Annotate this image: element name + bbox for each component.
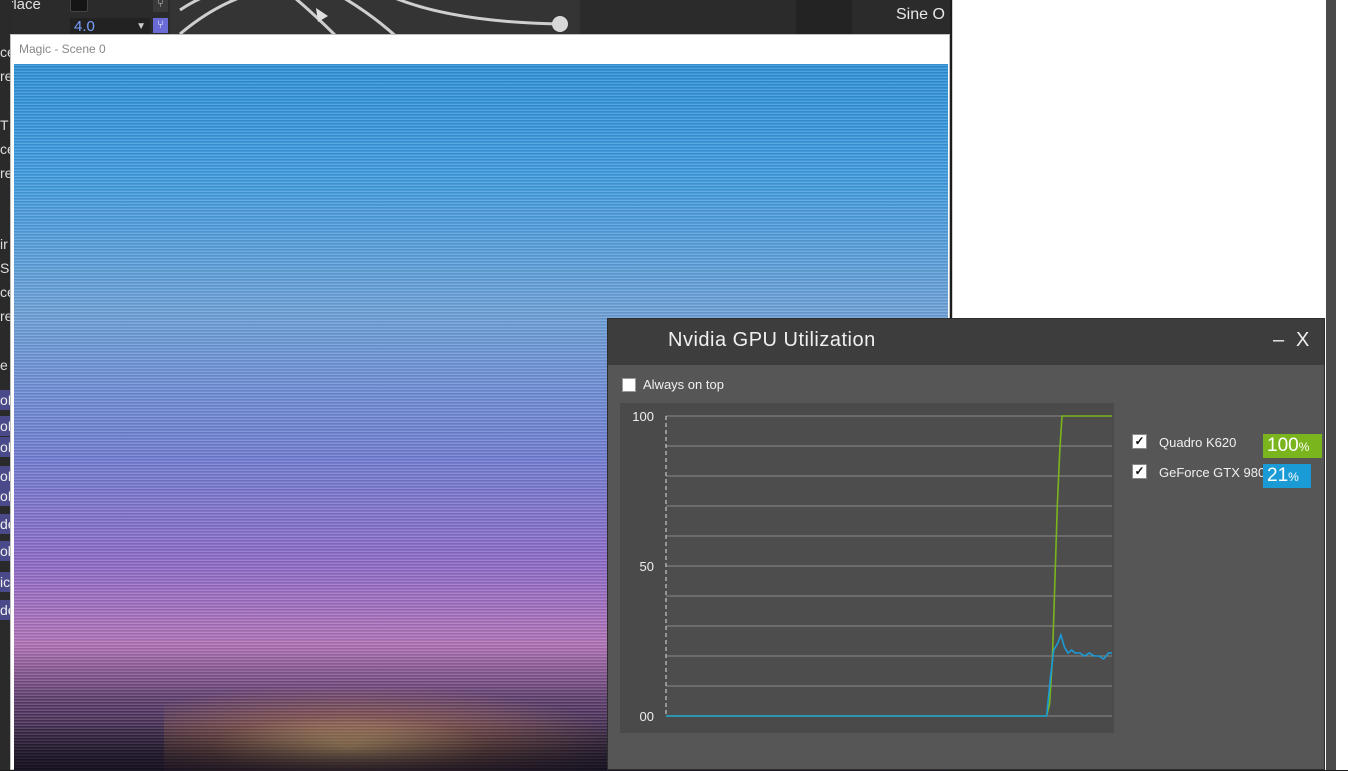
param-fragment: e bbox=[0, 357, 8, 373]
y-tick-label: 50 bbox=[640, 559, 654, 574]
quadro-usage-value: 100 bbox=[1267, 435, 1299, 456]
sine-oscillator-label: Sine O bbox=[896, 6, 945, 23]
gpu-utilization-window: Nvidia GPU Utilization – X Always on top… bbox=[607, 318, 1325, 770]
quadro-usage-badge: 100% bbox=[1263, 434, 1322, 458]
param-fragment: ir bbox=[0, 236, 8, 252]
geforce-series-label: GeForce GTX 980 bbox=[1159, 465, 1266, 480]
node-graph-curves bbox=[170, 0, 580, 42]
y-tick-label: 100 bbox=[632, 409, 654, 424]
quadro-series-checkbox[interactable]: ✓ bbox=[1132, 434, 1147, 449]
gpu-window-titlebar[interactable]: Nvidia GPU Utilization – X bbox=[608, 319, 1324, 365]
geforce-series-checkbox[interactable]: ✓ bbox=[1132, 464, 1147, 479]
interlace-checkbox[interactable] bbox=[70, 0, 88, 12]
geforce-usage-badge: 21% bbox=[1263, 464, 1311, 488]
gpu-window-title: Nvidia GPU Utilization bbox=[668, 329, 876, 351]
always-on-top-label: Always on top bbox=[643, 377, 724, 392]
scene-window-titlebar[interactable]: Magic - Scene 0 bbox=[11, 35, 949, 63]
gpu-chart-svg: 00 50 100 bbox=[632, 409, 1112, 724]
minimize-button[interactable]: – bbox=[1273, 329, 1284, 352]
always-on-top-checkbox[interactable] bbox=[622, 378, 636, 392]
y-tick-label: 00 bbox=[640, 709, 654, 724]
speed-value: 4.0 bbox=[74, 18, 95, 35]
editor-dark-column bbox=[796, 0, 852, 36]
speed-link-icon[interactable]: ⑂ bbox=[153, 18, 168, 33]
geforce-usage-value: 21 bbox=[1267, 465, 1289, 486]
quadro-usage-unit: % bbox=[1298, 440, 1310, 454]
param-fragment: S bbox=[0, 260, 10, 276]
window-border bbox=[1326, 0, 1336, 770]
desktop-edge bbox=[1336, 0, 1348, 770]
close-button[interactable]: X bbox=[1296, 329, 1309, 352]
param-fragment: T bbox=[0, 117, 9, 133]
graph-curves-svg bbox=[179, 0, 568, 42]
quadro-series-label: Quadro K620 bbox=[1159, 435, 1237, 450]
gpu-usage-chart: 00 50 100 bbox=[620, 403, 1114, 733]
geforce-usage-unit: % bbox=[1288, 470, 1299, 484]
scene-window-title: Magic - Scene 0 bbox=[19, 42, 106, 56]
interlace-link-icon[interactable]: ⑂ bbox=[153, 0, 168, 12]
